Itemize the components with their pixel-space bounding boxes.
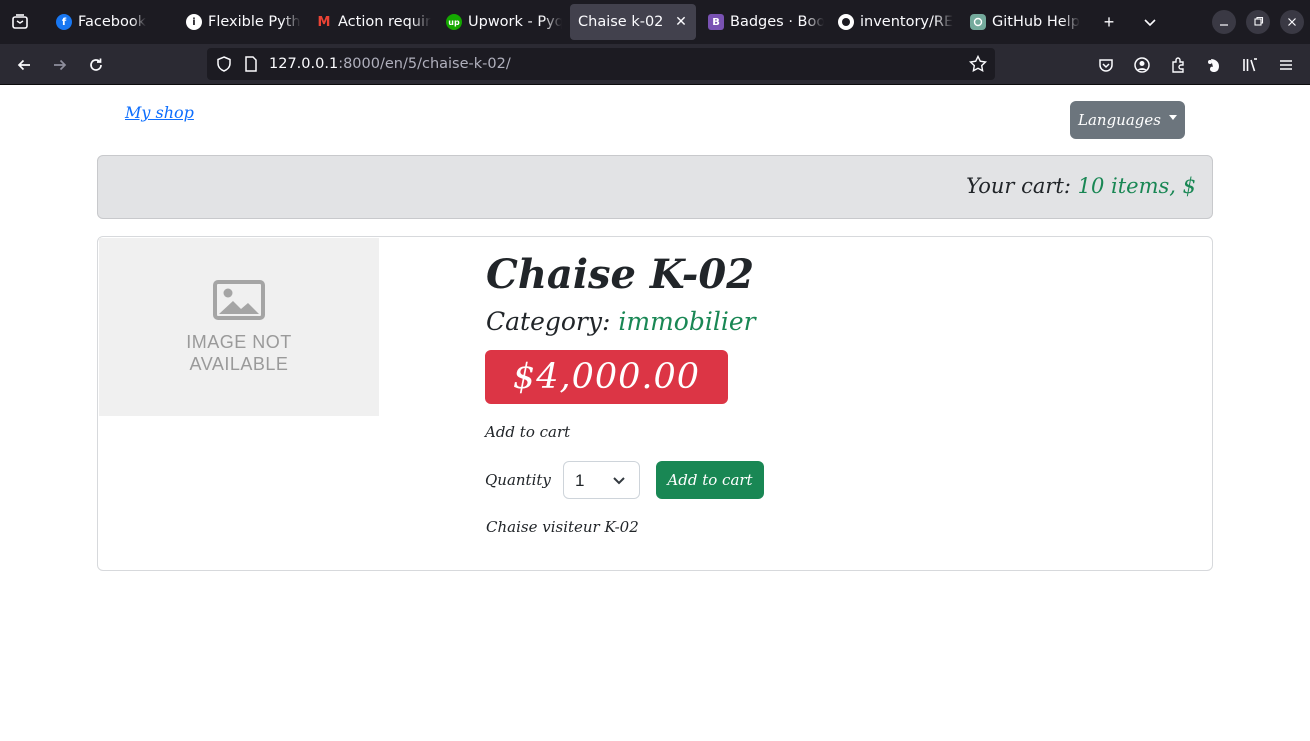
tab-list-icon[interactable] bbox=[6, 8, 34, 36]
close-tab-icon[interactable]: ✕ bbox=[672, 13, 690, 31]
upwork-icon: up bbox=[446, 14, 462, 30]
image-icon bbox=[213, 279, 265, 325]
reload-icon[interactable] bbox=[82, 51, 110, 79]
forward-arrow-icon[interactable] bbox=[46, 51, 74, 79]
tab-title: Upwork - Pyq bbox=[468, 14, 562, 30]
chevron-down-icon bbox=[612, 473, 626, 492]
languages-label: Languages bbox=[1078, 111, 1161, 129]
new-tab-icon[interactable]: + bbox=[1095, 8, 1123, 36]
shield-icon[interactable] bbox=[215, 55, 233, 78]
tab-flexible-python[interactable]: i Flexible Pyth bbox=[178, 4, 302, 40]
quantity-select[interactable]: 1 bbox=[563, 461, 640, 499]
add-to-cart-heading: Add to cart bbox=[485, 423, 571, 441]
openai-icon bbox=[970, 14, 986, 30]
menu-icon[interactable] bbox=[1272, 51, 1300, 79]
product-category: Category: immobilier bbox=[486, 307, 756, 336]
product-card: IMAGE NOT AVAILABLE Chaise K-02 Category… bbox=[97, 236, 1213, 571]
quantity-label: Quantity bbox=[485, 471, 551, 489]
product-description: Chaise visiteur K-02 bbox=[486, 518, 639, 536]
category-label: Category: bbox=[486, 307, 611, 336]
product-image-placeholder: IMAGE NOT AVAILABLE bbox=[99, 238, 379, 416]
tab-title: Badges · Boo bbox=[730, 14, 824, 30]
github-icon bbox=[838, 14, 854, 30]
caret-down-icon bbox=[1168, 114, 1177, 120]
info-icon: i bbox=[186, 14, 202, 30]
tab-upwork[interactable]: up Upwork - Pyq bbox=[438, 4, 562, 40]
restore-icon[interactable] bbox=[1244, 8, 1272, 36]
facebook-icon: f bbox=[56, 14, 72, 30]
account-icon[interactable] bbox=[1128, 51, 1156, 79]
cart-summary-bar: Your cart: 10 items, $ bbox=[97, 155, 1213, 219]
tab-title: inventory/RE bbox=[860, 14, 954, 30]
add-to-cart-button[interactable]: Add to cart bbox=[656, 461, 764, 499]
languages-dropdown-button[interactable]: Languages bbox=[1070, 101, 1185, 139]
tab-chaise-active[interactable]: Chaise k-02 ✕ bbox=[570, 4, 696, 40]
cart-link[interactable]: 10 items, $ bbox=[1078, 174, 1196, 198]
tab-title: Action requir bbox=[338, 14, 431, 30]
minimize-icon[interactable] bbox=[1210, 8, 1238, 36]
tab-github-help[interactable]: GitHub Help bbox=[962, 4, 1086, 40]
tab-title: Chaise k-02 bbox=[578, 14, 664, 30]
url-path: :8000/en/5/chaise-k-02/ bbox=[338, 56, 511, 72]
tab-gmail[interactable]: M Action requir bbox=[308, 4, 432, 40]
gmail-icon: M bbox=[317, 14, 331, 30]
close-window-icon[interactable] bbox=[1278, 8, 1306, 36]
category-link[interactable]: immobilier bbox=[618, 307, 755, 336]
gnome-extension-icon[interactable] bbox=[1200, 51, 1228, 79]
brand-link[interactable]: My shop bbox=[125, 103, 194, 122]
url-host: 127.0.0.1 bbox=[269, 56, 339, 72]
tab-bootstrap-badges[interactable]: B Badges · Boo bbox=[700, 4, 824, 40]
tab-title: Facebook bbox=[78, 14, 147, 30]
library-icon[interactable] bbox=[1236, 51, 1264, 79]
quantity-value: 1 bbox=[575, 471, 585, 490]
extensions-icon[interactable] bbox=[1164, 51, 1192, 79]
price-badge: $4,000.00 bbox=[485, 350, 728, 404]
product-title: Chaise K-02 bbox=[486, 251, 755, 298]
cart-summary: Your cart: 10 items, $ bbox=[966, 174, 1196, 198]
cart-label: Your cart: bbox=[966, 174, 1071, 198]
page-icon[interactable] bbox=[243, 55, 259, 78]
bookmark-star-icon[interactable] bbox=[968, 54, 988, 79]
tab-title: Flexible Pyth bbox=[208, 14, 301, 30]
browser-tab-bar: f Facebook i Flexible Pyth M Action requ… bbox=[0, 0, 1310, 44]
tab-facebook[interactable]: f Facebook bbox=[48, 4, 174, 40]
chevron-down-icon[interactable] bbox=[1136, 8, 1164, 36]
pocket-icon[interactable] bbox=[1092, 51, 1120, 79]
bootstrap-icon: B bbox=[708, 14, 724, 30]
tab-github-inventory[interactable]: inventory/RE bbox=[830, 4, 954, 40]
url-text[interactable]: 127.0.0.1:8000/en/5/chaise-k-02/ bbox=[269, 56, 511, 72]
tab-title: GitHub Help bbox=[992, 14, 1080, 30]
back-arrow-icon[interactable] bbox=[10, 51, 38, 79]
browser-nav-bar: 127.0.0.1:8000/en/5/chaise-k-02/ bbox=[0, 44, 1310, 85]
address-bar[interactable]: 127.0.0.1:8000/en/5/chaise-k-02/ bbox=[207, 48, 995, 80]
image-not-available-text: IMAGE NOT AVAILABLE bbox=[186, 331, 292, 374]
